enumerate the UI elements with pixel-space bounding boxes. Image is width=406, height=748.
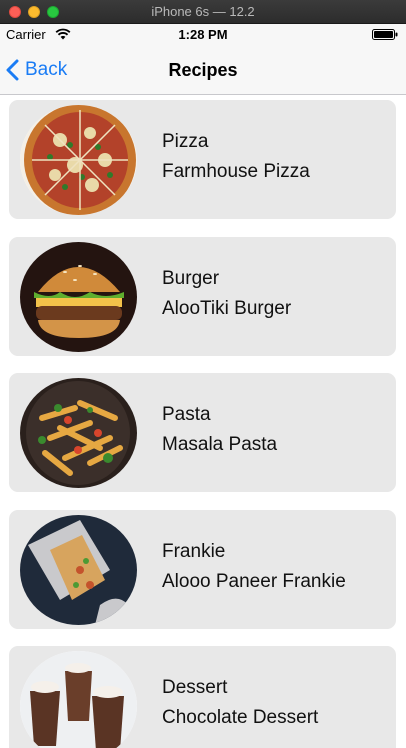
status-bar: Carrier 1:28 PM [0,24,406,45]
recipe-category: Pasta [162,404,211,425]
recipe-name: Masala Pasta [162,434,278,455]
burger-image [20,242,137,352]
recipe-card-frankie[interactable]: Frankie Alooo Paneer Frankie [9,510,396,629]
recipe-category: Pizza [162,131,209,152]
recipe-name: Chocolate Dessert [162,707,319,728]
recipe-name: AlooTiki Burger [162,298,292,319]
status-time: 1:28 PM [178,27,228,42]
recipe-category: Dessert [162,677,228,698]
recipe-category: Frankie [162,541,226,562]
pasta-image [20,378,137,488]
navigation-bar: Back Recipes [0,45,406,95]
recipe-name: Farmhouse Pizza [162,161,310,182]
pizza-image [20,105,137,215]
recipe-card-dessert[interactable]: Dessert Chocolate Dessert [9,646,396,748]
page-title: Recipes [168,60,238,80]
recipe-category: Burger [162,268,220,289]
recipe-card-pizza[interactable]: Pizza Farmhouse Pizza [9,100,396,219]
recipe-card-burger[interactable]: Burger AlooTiki Burger [9,237,396,356]
simulator-title-bar: iPhone 6s — 12.2 [0,0,406,24]
recipe-list[interactable]: Pizza Farmhouse Pizza Burger AlooTiki Bu… [0,95,406,748]
simulator-title: iPhone 6s — 12.2 [151,4,255,19]
battery-icon [372,29,398,40]
dessert-image [20,651,137,748]
recipe-card-pasta[interactable]: Pasta Masala Pasta [9,373,396,492]
frankie-image [20,515,137,625]
recipe-name: Alooo Paneer Frankie [162,571,346,592]
